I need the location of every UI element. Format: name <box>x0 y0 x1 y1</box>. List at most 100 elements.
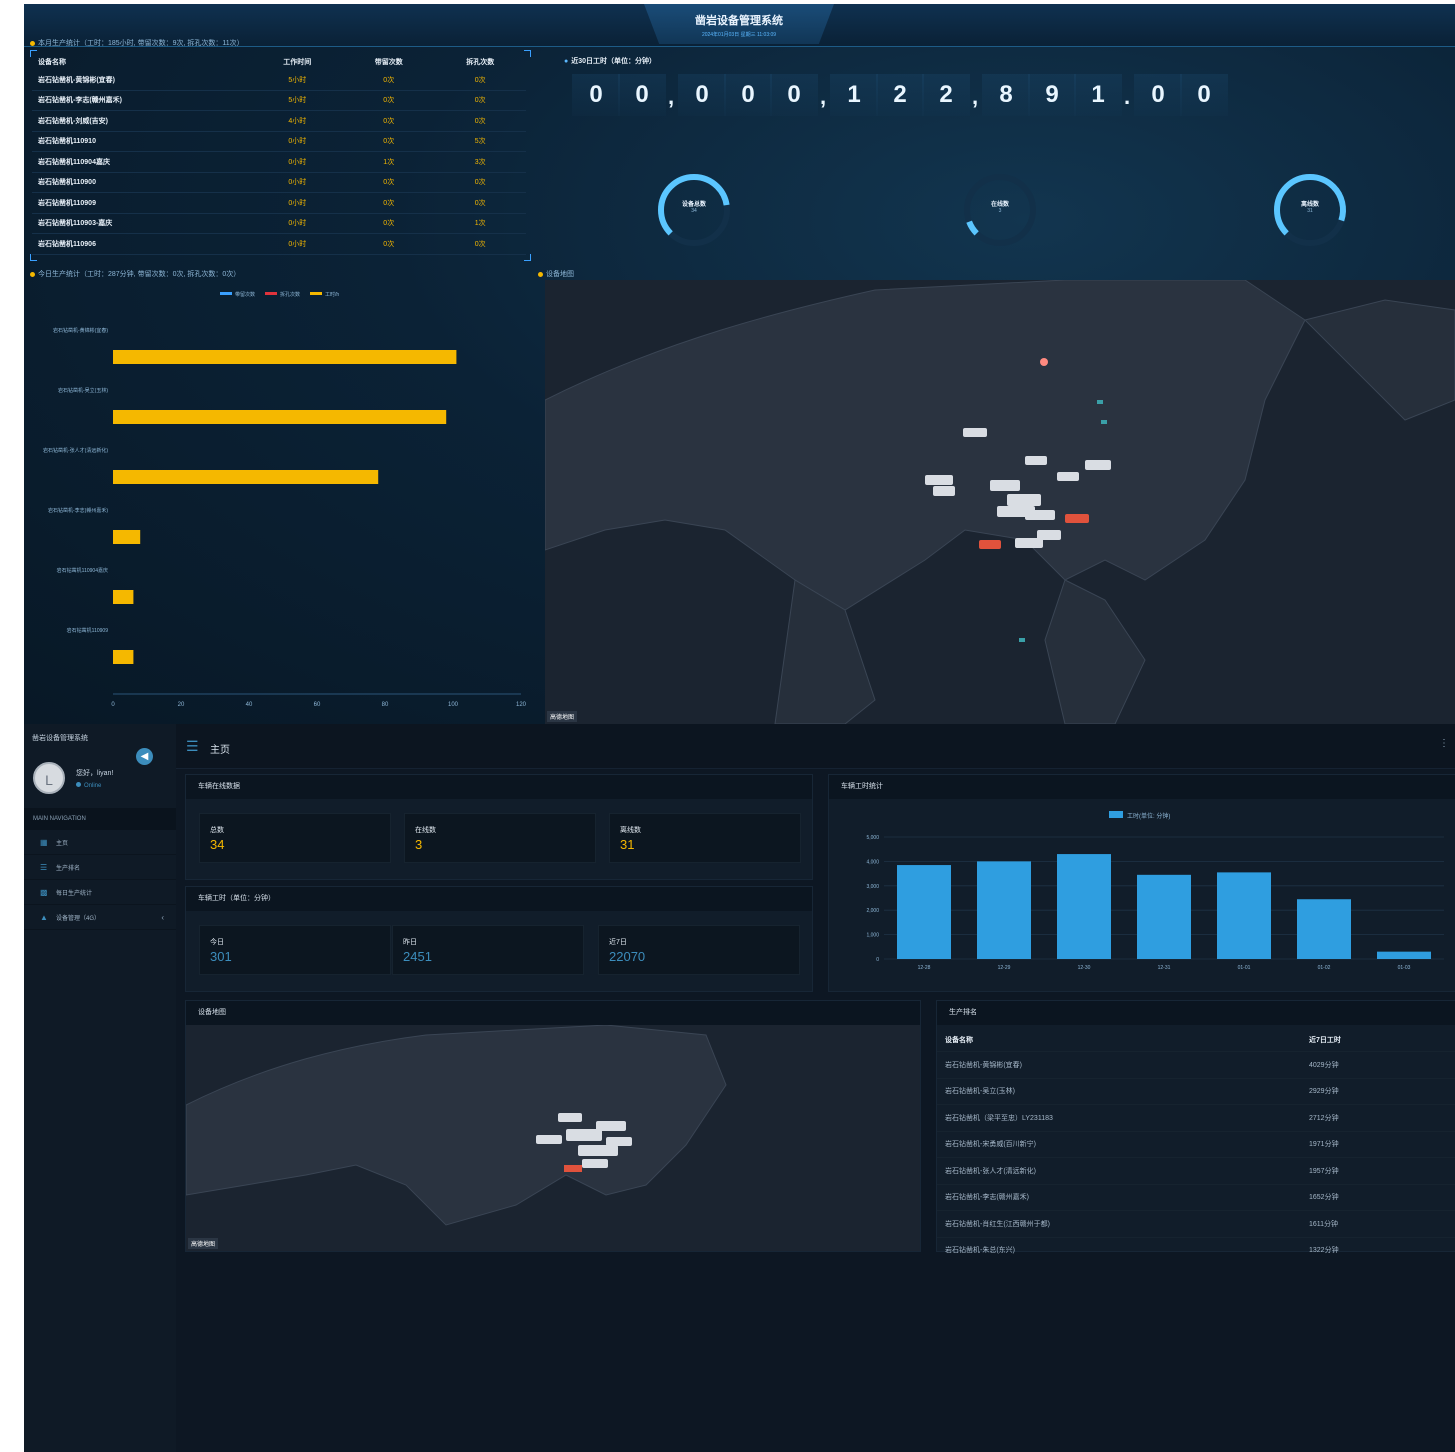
bar <box>977 861 1031 959</box>
sidebar-item-label: 设备管理（4G） <box>56 916 101 922</box>
list-icon: ☰ <box>40 863 48 872</box>
device-name-cell: 岩石钻凿机110910 <box>32 131 252 152</box>
sidebar-item-device-manage[interactable]: ▲ 设备管理（4G） ‹ <box>24 905 176 930</box>
box-title: 生产排名 <box>937 1001 1455 1025</box>
top-bar: ☰ 主页 ⋮ <box>176 724 1455 769</box>
table-row[interactable]: 岩石钻凿机-黄锦彬(宜春) 4029分钟 <box>937 1051 1455 1078</box>
menu-toggle-icon[interactable]: ☰ <box>186 738 199 755</box>
x-tick-label: 80 <box>382 702 389 708</box>
corner-decoration <box>30 254 37 261</box>
stat-today: 今日 301 <box>199 925 391 975</box>
odometer-separator: . <box>1123 84 1131 109</box>
value-cell: 0次 <box>434 110 526 132</box>
table-row[interactable]: 岩石钻凿机-李志(赣州嘉禾) 1652分钟 <box>937 1183 1455 1211</box>
device-name-cell: 岩石钻凿机110903-嘉庆 <box>32 213 252 234</box>
table-row[interactable]: 岩石钻凿机（梁平至忠）LY231183 2712分钟 <box>937 1104 1455 1131</box>
table-row[interactable]: 岩石钻凿机-肖红生(江西赣州于都) 1611分钟 <box>937 1210 1455 1237</box>
value-cell: 0次 <box>343 110 435 132</box>
x-tick-label: 20 <box>178 702 185 708</box>
device-name-cell: 岩石钻凿机-刘威(吉安) <box>32 110 252 132</box>
worktime-box: 车辆工时（单位：分钟） 今日 301 昨日 2451 近7日 22070 <box>185 886 813 992</box>
table-row[interactable]: 岩石钻凿机-朱总(东兴) 1322分钟 <box>937 1236 1455 1263</box>
device-map-small[interactable]: 高德地图 <box>186 1025 920 1251</box>
value-cell: 0次 <box>434 233 526 255</box>
odometer-digit: 1 <box>830 74 878 116</box>
share-icon[interactable]: ◀ <box>136 748 153 765</box>
device-map-title-text: 设备地图 <box>546 271 574 278</box>
sidebar-item-daily-stats[interactable]: ▩ 每日生产统计 <box>24 880 176 905</box>
stat-value: 3 <box>415 837 423 852</box>
table-row[interactable]: 岩石钻凿机-张人才(清远新化) 1957分钟 <box>937 1157 1455 1184</box>
worktime-title-text: 近30日工时（单位：分钟） <box>571 58 657 65</box>
today-stats-title: 今日生产统计（工时：287分钟, 带留次数：0次, 拆孔次数：0次） <box>30 269 240 279</box>
ranking-table-body: 岩石钻凿机-黄锦彬(宜春) 4029分钟 岩石钻凿机-吴立(玉林) 2929分钟 岩石钻… <box>937 1051 1455 1263</box>
gauge-value: 31 <box>1307 208 1313 214</box>
legend-label: 带留次数 <box>235 291 255 298</box>
device-map-large[interactable]: 高德地图 <box>545 280 1455 724</box>
device-name-cell: 岩石钻凿机110906 <box>32 233 252 255</box>
odometer-digit: 0 <box>678 74 726 116</box>
bar <box>113 530 141 544</box>
gauge-offline: 离线数 31 <box>1270 170 1350 250</box>
table-row: 岩石钻凿机110900 0小时 0次 0次 <box>32 172 526 193</box>
legend-label: 拆孔次数 <box>280 291 300 298</box>
gauge-label: 在线数 <box>990 202 1009 208</box>
sidebar-brand: 凿岩设备管理系统 <box>32 735 88 742</box>
odometer-digit: 0 <box>618 74 666 116</box>
table-row[interactable]: 岩石钻凿机-吴立(玉林) 2929分钟 <box>937 1077 1455 1105</box>
bar <box>1297 899 1351 959</box>
y-tick-label: 3,000 <box>866 884 879 890</box>
worktime-cell: 1957分钟 <box>1301 1157 1455 1184</box>
device-table-body: 岩石钻凿机-黄锦彬(宜春) 5小时 0次 0次 岩石钻凿机-李志(赣州嘉禾) 5小时 0次 0… <box>32 70 526 255</box>
x-tick-label: 12-31 <box>1158 965 1171 971</box>
device-stats-table: 设备名称 工作时间 带留次数 拆孔次数 岩石钻凿机-黄锦彬(宜春) 5小时 0次 0次… <box>32 54 526 255</box>
more-icon[interactable]: ⋮ <box>1439 738 1449 749</box>
odometer-digit: 1 <box>1074 74 1122 116</box>
gauge-label: 离线数 <box>1300 202 1319 208</box>
odometer-separator: , <box>971 84 979 109</box>
value-cell: 0小时 <box>251 233 344 255</box>
y-category-label: 岩石钻凿机-张人才(清远新化) <box>43 447 108 454</box>
value-cell: 3次 <box>434 151 526 173</box>
odometer-digit: 0 <box>1134 74 1182 116</box>
worktime-cell: 1322分钟 <box>1301 1236 1455 1263</box>
stat-label: 离线数 <box>620 827 641 834</box>
odometer-separator: , <box>667 84 675 109</box>
legend-swatch <box>1109 811 1123 818</box>
y-category-label: 岩石钻凿机-黄锦彬(宜春) <box>53 327 108 334</box>
today-production-bar-chart: 带留次数 拆孔次数 工时/h 0 20 40 60 80 100 120 岩石钻凿机-黄锦彬(宜春)… <box>43 291 527 708</box>
worktime-title: ● 近30日工时（单位：分钟） <box>564 56 656 66</box>
y-category-label: 岩石钻凿机-吴立(玉林) <box>58 387 108 394</box>
table-row: 岩石钻凿机-黄锦彬(宜春) 5小时 0次 0次 <box>32 70 526 91</box>
stat-offline: 离线数 31 <box>609 813 801 863</box>
y-category-label: 岩石钻凿机-李志(赣州嘉禾) <box>48 507 108 514</box>
value-cell: 0次 <box>343 90 435 111</box>
sidebar: 凿岩设备管理系统 ◀ L 您好，liyan! Online MAIN NAVIG… <box>24 724 176 1452</box>
bullet-icon <box>30 40 35 46</box>
avatar[interactable]: L <box>33 762 65 794</box>
table-row[interactable]: 岩石钻凿机-宋勇威(百川新宁) 1971分钟 <box>937 1130 1455 1158</box>
x-tick-label: 12-28 <box>918 965 931 971</box>
x-tick-label: 40 <box>246 702 253 708</box>
sidebar-item-ranking[interactable]: ☰ 生产排名 <box>24 855 176 880</box>
bar <box>113 470 379 484</box>
device-name-cell: 岩石钻凿机-吴立(玉林) <box>937 1077 1301 1105</box>
value-cell: 5小时 <box>251 90 344 111</box>
value-cell: 0小时 <box>251 131 344 152</box>
column-header: 近7日工时 <box>1309 1037 1341 1044</box>
stat-value: 301 <box>210 949 232 964</box>
y-category-label: 岩石钻凿机110909 <box>67 627 109 634</box>
odometer-digit: 0 <box>572 74 620 116</box>
map-capital-marker <box>1040 358 1048 366</box>
device-map-title: 设备地图 <box>538 269 574 279</box>
worktime-cell: 2929分钟 <box>1301 1077 1455 1105</box>
sidebar-item-home[interactable]: ▦ 主页 <box>24 830 176 855</box>
stat-label: 今日 <box>210 939 224 946</box>
value-cell: 1次 <box>434 213 526 234</box>
x-tick-label: 120 <box>516 702 527 708</box>
box-title: 设备地图 <box>186 1001 920 1025</box>
y-category-label: 岩石钻凿机110904嘉庆 <box>57 567 108 574</box>
map-canvas <box>186 1025 920 1251</box>
legend-swatch <box>220 292 232 295</box>
chevron-left-icon: ‹ <box>161 913 164 922</box>
